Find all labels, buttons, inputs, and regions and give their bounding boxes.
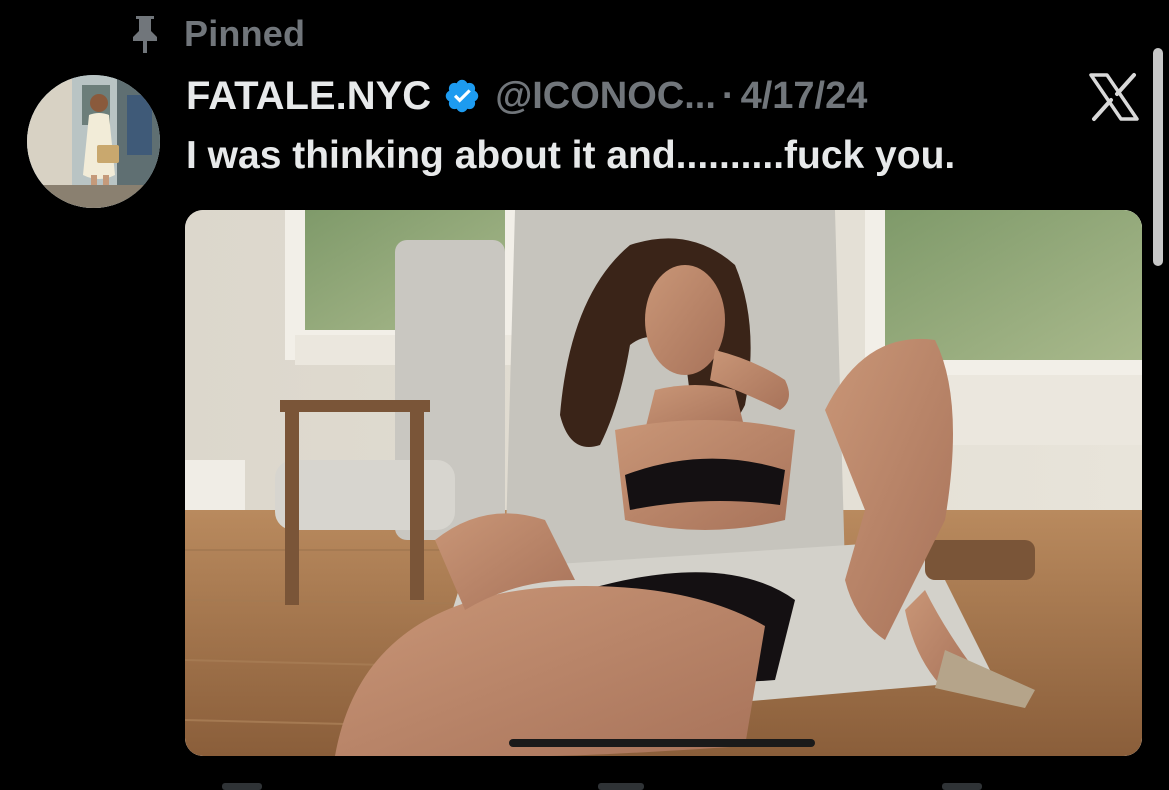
pin-icon — [133, 16, 157, 53]
separator-dot: · — [721, 74, 735, 117]
tweet-media[interactable] — [185, 210, 1142, 756]
tweet-header: FATALE.NYC @ICONOC... · 4/17/24 — [186, 70, 867, 122]
avatar-image — [27, 75, 160, 208]
media-image — [185, 210, 1142, 756]
reply-icon[interactable] — [222, 783, 262, 790]
home-indicator — [509, 739, 815, 747]
pinned-label: Pinned — [184, 13, 306, 54]
pinned-indicator: Pinned — [128, 12, 305, 56]
screen: Pinned FATALE.NYC @ICONOC... · 4/17/24 I… — [0, 0, 1169, 790]
x-logo-icon[interactable] — [1088, 72, 1140, 122]
handle[interactable]: @ICONOC... — [495, 75, 716, 118]
avatar[interactable] — [27, 75, 160, 208]
like-icon[interactable] — [942, 783, 982, 790]
tweet-date[interactable]: 4/17/24 — [741, 75, 868, 118]
scrollbar[interactable] — [1153, 48, 1163, 266]
display-name[interactable]: FATALE.NYC — [186, 74, 431, 119]
retweet-icon[interactable] — [598, 783, 644, 790]
tweet-text: I was thinking about it and..........fuc… — [186, 134, 956, 177]
verified-badge-icon — [445, 79, 479, 113]
